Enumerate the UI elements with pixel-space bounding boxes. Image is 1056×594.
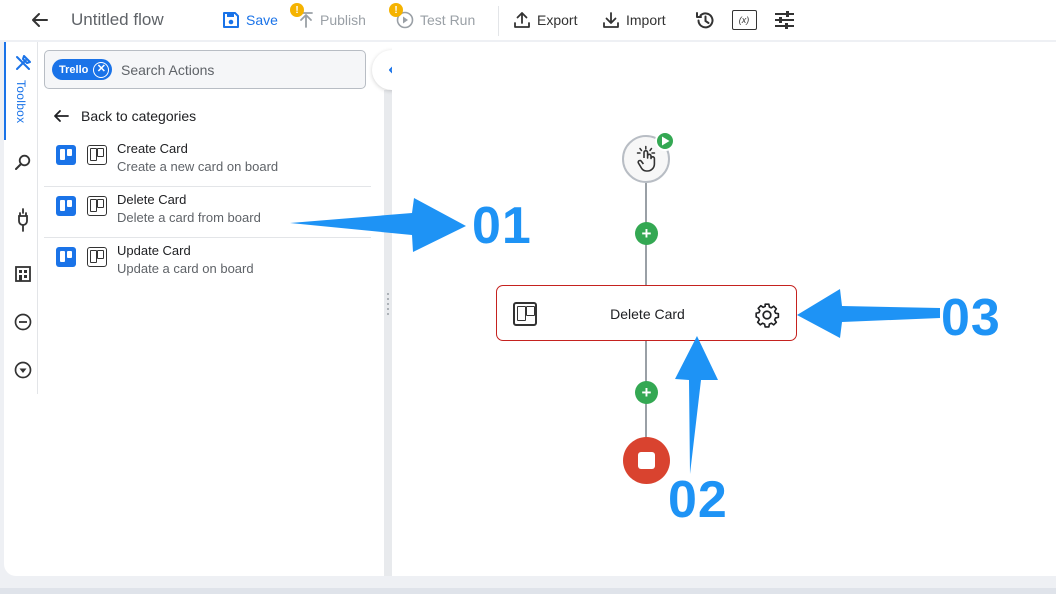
trigger-run-badge[interactable]: [655, 131, 675, 151]
search-icon: [15, 154, 31, 170]
collapse-all-tab[interactable]: [12, 311, 34, 333]
end-node[interactable]: [623, 437, 670, 484]
publish-button[interactable]: Publish: [298, 0, 366, 40]
arrow-left-icon: [54, 110, 69, 122]
trello-icon: [56, 196, 76, 216]
flow-title[interactable]: Untitled flow: [71, 0, 164, 40]
action-item-delete-card[interactable]: Delete Card Delete a card from board: [44, 188, 371, 238]
import-button[interactable]: Import: [602, 0, 666, 40]
top-toolbar: Untitled flow Save Publish ! Test Run ! …: [0, 0, 1056, 40]
flow-settings-button[interactable]: [773, 0, 795, 40]
toolbox-tab[interactable]: [12, 52, 34, 74]
expand-tab[interactable]: [12, 359, 34, 381]
search-actions-box[interactable]: Trello ✕: [44, 50, 366, 89]
filter-chip-label: Trello: [59, 63, 89, 76]
close-icon[interactable]: ✕: [93, 61, 110, 78]
publish-warning-badge: !: [290, 3, 304, 17]
board-icon: [87, 145, 107, 165]
back-button[interactable]: [28, 0, 52, 40]
history-button[interactable]: [694, 0, 716, 40]
publish-label: Publish: [320, 12, 366, 28]
variables-icon: (x): [731, 10, 757, 30]
building-icon: [15, 266, 31, 282]
board-icon: [87, 247, 107, 267]
step-label: Delete Card: [610, 306, 685, 322]
import-label: Import: [626, 12, 666, 28]
minus-circle-icon: [14, 313, 32, 331]
splitter-grip[interactable]: [386, 293, 390, 323]
export-label: Export: [537, 12, 578, 28]
annotation-callout-02: 02: [668, 471, 728, 529]
plug-icon: [18, 208, 28, 232]
action-description: Delete a card from board: [117, 210, 261, 225]
trello-icon: [56, 145, 76, 165]
test-run-button[interactable]: Test Run: [396, 0, 475, 40]
test-run-label: Test Run: [420, 12, 476, 28]
action-title: Delete Card: [117, 192, 187, 207]
action-description: Create a new card on board: [117, 159, 279, 174]
templates-tab[interactable]: [12, 263, 34, 285]
action-title: Create Card: [117, 141, 188, 156]
panel-splitter[interactable]: [384, 90, 392, 576]
import-icon: [603, 12, 619, 28]
step-node-delete-card[interactable]: Delete Card: [496, 285, 797, 341]
trello-icon: [56, 247, 76, 267]
export-button[interactable]: Export: [513, 0, 577, 40]
board-icon: [87, 196, 107, 216]
annotation-callout-03: 03: [941, 289, 1001, 347]
caret-down-circle-icon: [14, 361, 32, 379]
variables-button[interactable]: (x): [731, 0, 757, 40]
sliders-icon: [774, 11, 794, 29]
action-title: Update Card: [117, 243, 191, 258]
back-to-categories-label: Back to categories: [81, 108, 197, 124]
rail-active-indicator: [4, 42, 6, 140]
manual-trigger-icon: [636, 145, 656, 172]
gear-icon[interactable]: [754, 302, 780, 328]
stop-icon: [638, 452, 655, 469]
connections-tab[interactable]: [12, 208, 34, 232]
tools-icon: [16, 55, 31, 70]
arrow-left-icon: [32, 13, 48, 27]
action-description: Update a card on board: [117, 261, 254, 276]
window-bottom-edge: [0, 588, 1056, 594]
play-icon: [661, 136, 669, 146]
toolbox-tab-label: Toolbox: [14, 80, 28, 124]
save-label: Save: [246, 12, 278, 28]
action-item-create-card[interactable]: Create Card Create a new card on board: [44, 137, 371, 187]
app: Untitled flow Save Publish ! Test Run ! …: [0, 0, 1056, 594]
toolbar-divider: [498, 6, 499, 36]
history-icon: [695, 11, 713, 28]
back-to-categories-link[interactable]: Back to categories: [52, 104, 196, 128]
add-step-button[interactable]: +: [635, 381, 658, 404]
test-run-warning-badge: !: [389, 3, 403, 17]
filter-chip-trello[interactable]: Trello ✕: [52, 59, 113, 80]
add-step-button[interactable]: +: [635, 222, 658, 245]
save-icon: [223, 12, 239, 28]
export-icon: [514, 12, 530, 28]
save-button[interactable]: Save: [222, 0, 278, 40]
search-tab[interactable]: [12, 151, 34, 173]
annotation-callout-01: 01: [472, 197, 532, 255]
search-input[interactable]: [121, 59, 351, 80]
action-item-update-card[interactable]: Update Card Update a card on board: [44, 239, 371, 289]
